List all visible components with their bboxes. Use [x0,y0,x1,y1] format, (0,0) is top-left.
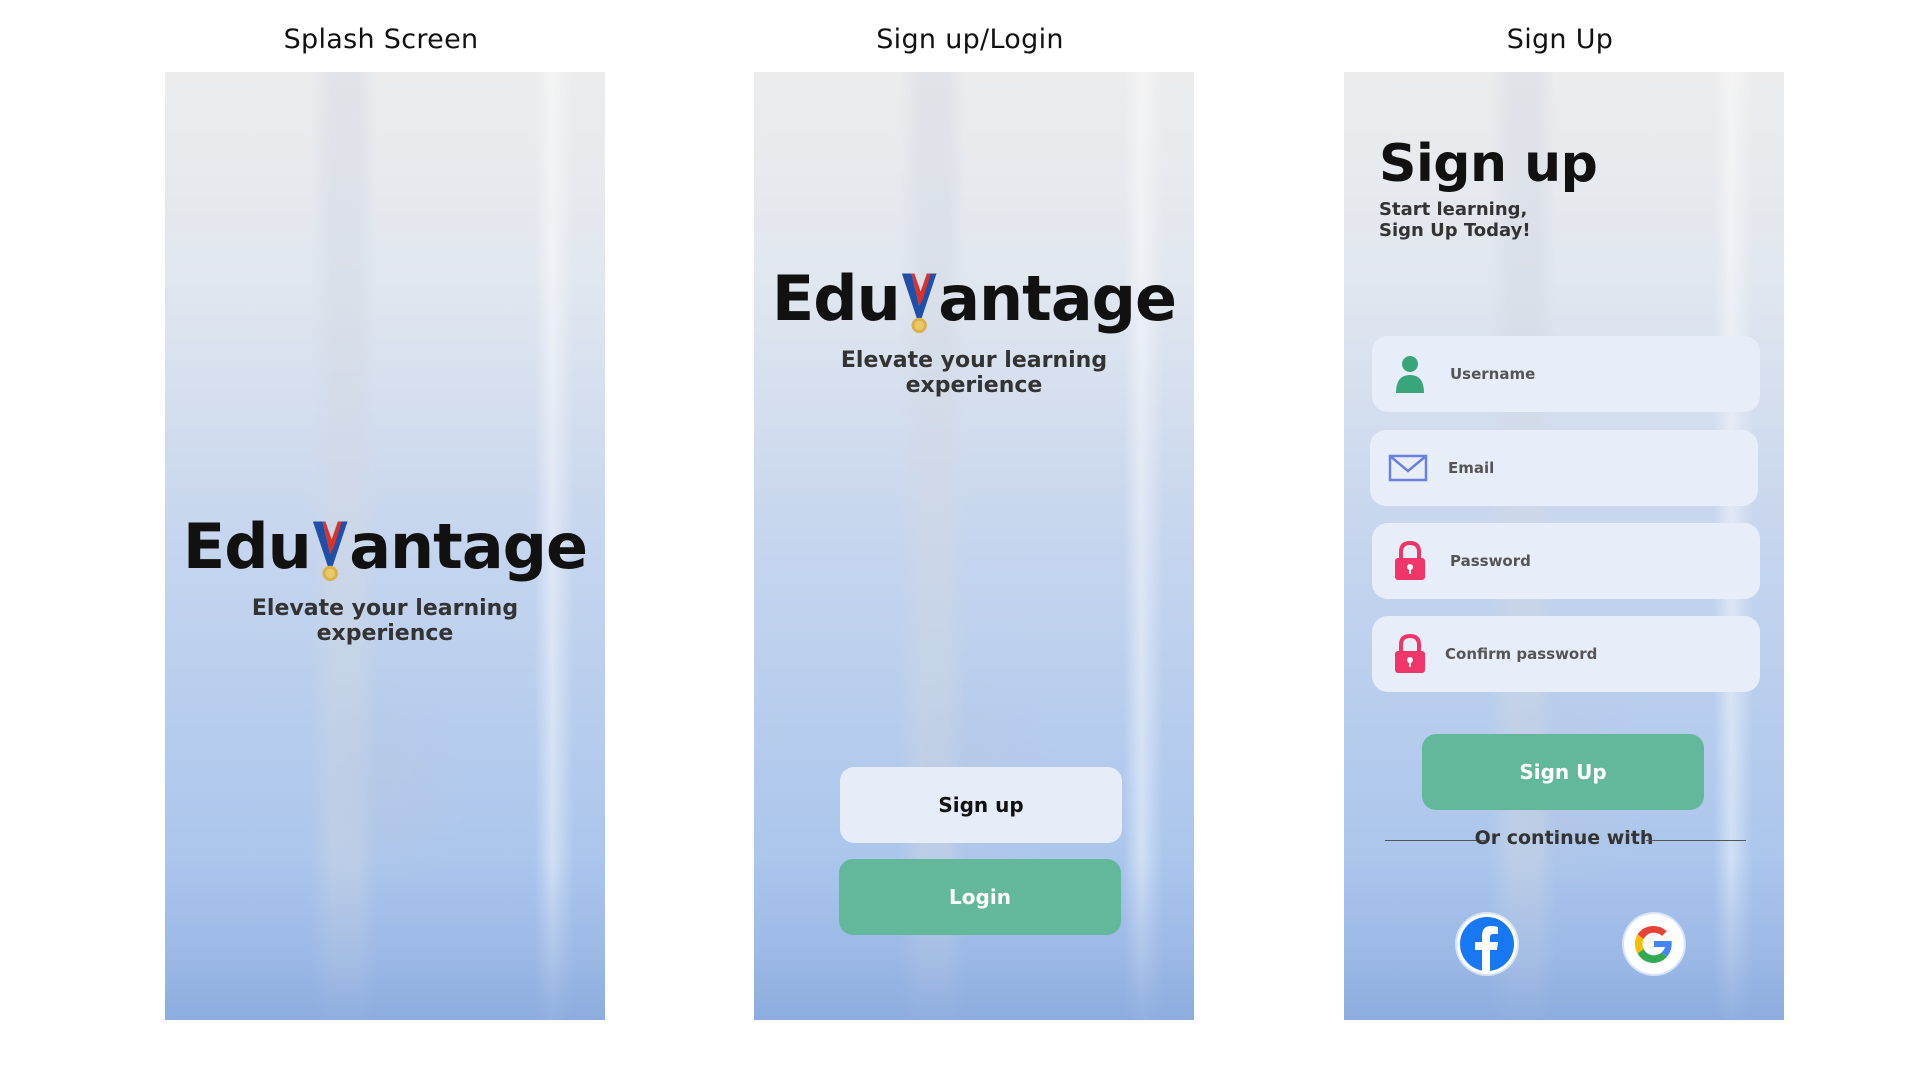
google-icon [1634,925,1672,963]
facebook-icon [1460,917,1514,971]
password-field[interactable]: Password [1372,523,1760,599]
tagline-line-1: Elevate your learning [251,596,519,621]
user-icon [1390,353,1430,395]
app-logo: Edu antage [165,510,605,583]
mail-icon [1388,447,1428,489]
submit-signup-button[interactable]: Sign Up [1422,734,1704,810]
continue-with-label: Or continue with [1474,827,1654,849]
page-title: Sign up [1379,134,1598,194]
logo-text-end: antage [938,262,1177,335]
welcome-brand: Edu antage Elevate your learning experien… [754,262,1194,398]
tagline-line-1: Elevate your learning [840,348,1108,373]
lock-icon [1390,633,1430,675]
signup-header: Sign up Start learning, Sign Up Today! [1379,134,1598,241]
welcome-tagline: Elevate your learning experience [754,348,1194,398]
email-placeholder: Email [1448,459,1495,477]
logo-text-end: antage [349,510,588,583]
app-logo: Edu antage [754,262,1194,335]
lock-icon [1390,540,1430,582]
splash-phone-frame: Edu antage Elevate your learning experien… [165,72,605,1020]
tagline-line-2: experience [316,620,454,646]
subtitle-line-2: Sign Up Today! [1379,219,1531,241]
welcome-phone-frame: Edu antage Elevate your learning experien… [754,72,1194,1020]
logo-text-start: Edu [182,510,312,583]
splash-tagline: Elevate your learning experience [165,596,605,646]
signup-login-screen-title: Sign up/Login [876,24,1064,55]
logo-text-start: Edu [771,262,901,335]
divider-line-right [1646,840,1746,841]
signup-screen-title: Sign Up [1506,24,1614,55]
signup-phone-frame: Sign up Start learning, Sign Up Today! U… [1344,72,1784,1020]
facebook-login-button[interactable] [1457,914,1517,974]
email-field[interactable]: Email [1370,430,1758,506]
subtitle-line-1: Start learning, [1379,199,1528,220]
google-login-button[interactable] [1624,914,1684,974]
confirm-password-field[interactable]: Confirm password [1372,616,1760,692]
username-field[interactable]: Username [1372,336,1760,412]
login-button[interactable]: Login [839,859,1121,935]
splash-screen-title: Splash Screen [283,24,479,55]
signup-button[interactable]: Sign up [840,767,1122,843]
page-subtitle: Start learning, Sign Up Today! [1379,199,1597,241]
splash-brand: Edu antage Elevate your learning experien… [165,510,605,646]
medal-v-icon [900,272,938,333]
password-placeholder: Password [1450,552,1531,570]
username-placeholder: Username [1450,365,1536,383]
confirm-password-placeholder: Confirm password [1445,645,1598,663]
tagline-line-2: experience [905,372,1043,398]
medal-v-icon [311,520,349,581]
